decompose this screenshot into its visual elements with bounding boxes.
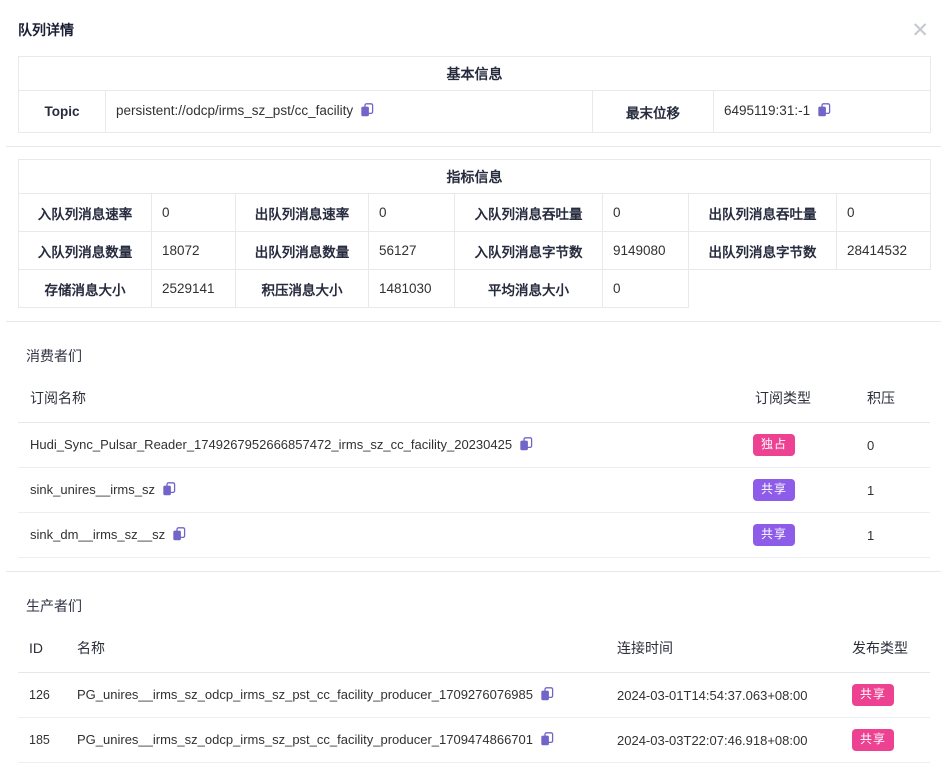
producer-name: PG_unires__irms_sz_odcp_irms_sz_pst_cc_f… xyxy=(77,732,533,747)
publish-type-cell: 共享 xyxy=(840,673,930,718)
subscription-type-cell: 共享 xyxy=(737,468,855,513)
metric-value: 2529141 xyxy=(152,270,236,308)
table-header-row: ID 名称 连接时间 发布类型 xyxy=(18,616,930,673)
copy-icon[interactable] xyxy=(172,527,186,544)
col-subscription-type: 订阅类型 xyxy=(737,366,855,423)
offset-label: 最末位移 xyxy=(593,91,714,133)
divider xyxy=(6,146,941,147)
metric-value: 0 xyxy=(603,270,689,308)
subscription-type-cell: 共享 xyxy=(737,513,855,558)
metric-label: 平均消息大小 xyxy=(455,270,603,308)
status-badge: 共享 xyxy=(852,729,894,750)
producer-name-cell: PG_unires__irms_sz_odcp_irms_sz_pst_cc_f… xyxy=(65,673,605,718)
subscription-name-cell: sink_unires__irms_sz xyxy=(18,468,737,513)
close-icon[interactable]: ✕ xyxy=(909,22,931,38)
metric-value: 28414532 xyxy=(837,232,931,270)
subscription-name: sink_unires__irms_sz xyxy=(30,482,155,497)
topic-value: persistent://odcp/irms_sz_pst/cc_facilit… xyxy=(116,103,353,118)
status-badge: 共享 xyxy=(753,524,795,545)
metric-label: 入队列消息字节数 xyxy=(455,232,603,270)
table-row: sink_dm__irms_sz__sz 共享 1 xyxy=(18,513,930,558)
table-row: sink_unires__irms_sz 共享 1 xyxy=(18,468,930,513)
consumers-table: 订阅名称 订阅类型 积压 Hudi_Sync_Pulsar_Reader_174… xyxy=(18,366,930,558)
producer-id: 185 xyxy=(18,718,65,763)
backlog-value: 0 xyxy=(855,423,930,468)
status-badge: 共享 xyxy=(852,684,894,705)
subscription-name-cell: Hudi_Sync_Pulsar_Reader_1749267952666857… xyxy=(18,423,737,468)
table-row: 存储消息大小 2529141 积压消息大小 1481030 平均消息大小 0 xyxy=(19,270,931,308)
empty-cell xyxy=(689,270,931,308)
subscription-name: sink_dm__irms_sz__sz xyxy=(30,527,165,542)
producer-name-cell: PG_unires__irms_sz_odcp_irms_sz_pst_cc_f… xyxy=(65,718,605,763)
metric-label: 出队列消息吞吐量 xyxy=(689,194,837,232)
metric-value: 0 xyxy=(603,194,689,232)
copy-icon[interactable] xyxy=(519,437,533,454)
metric-value: 56127 xyxy=(369,232,455,270)
table-row: 185 PG_unires__irms_sz_odcp_irms_sz_pst_… xyxy=(18,718,930,763)
metrics-title: 指标信息 xyxy=(19,160,931,194)
producer-id: 126 xyxy=(18,673,65,718)
metric-label: 积压消息大小 xyxy=(236,270,369,308)
consumers-section-title: 消费者们 xyxy=(26,346,947,366)
table-row: 126 PG_unires__irms_sz_odcp_irms_sz_pst_… xyxy=(18,673,930,718)
topic-value-cell: persistent://odcp/irms_sz_pst/cc_facilit… xyxy=(106,91,593,133)
table-row: 入队列消息数量 18072 出队列消息数量 56127 入队列消息字节数 914… xyxy=(19,232,931,270)
connect-time: 2024-03-01T14:54:37.063+08:00 xyxy=(605,673,840,718)
divider xyxy=(6,321,941,322)
connect-time: 2024-03-03T22:07:46.918+08:00 xyxy=(605,718,840,763)
modal-header: 队列详情 ✕ xyxy=(0,0,947,40)
basic-info-title: 基本信息 xyxy=(19,57,931,91)
metric-label: 入队列消息数量 xyxy=(19,232,152,270)
metric-value: 9149080 xyxy=(603,232,689,270)
offset-value: 6495119:31:-1 xyxy=(724,103,810,118)
copy-icon[interactable] xyxy=(360,103,374,120)
subscription-name: Hudi_Sync_Pulsar_Reader_1749267952666857… xyxy=(30,437,512,452)
col-backlog: 积压 xyxy=(855,366,930,423)
queue-detail-modal: 队列详情 ✕ 基本信息 Topic persistent://odcp/irms… xyxy=(0,0,947,779)
metric-value: 0 xyxy=(837,194,931,232)
producers-table: ID 名称 连接时间 发布类型 126 PG_unires__irms_sz_o… xyxy=(18,616,930,763)
metric-label: 出队列消息数量 xyxy=(236,232,369,270)
basic-info-table: 基本信息 Topic persistent://odcp/irms_sz_pst… xyxy=(18,56,931,133)
metric-label: 出队列消息速率 xyxy=(236,194,369,232)
copy-icon[interactable] xyxy=(817,103,831,120)
metric-label: 出队列消息字节数 xyxy=(689,232,837,270)
divider xyxy=(6,571,941,572)
page-title: 队列详情 xyxy=(18,20,74,40)
col-subscription-name: 订阅名称 xyxy=(18,366,737,423)
table-header-row: 订阅名称 订阅类型 积压 xyxy=(18,366,930,423)
backlog-value: 1 xyxy=(855,468,930,513)
subscription-type-cell: 独占 xyxy=(737,423,855,468)
metric-label: 入队列消息吞吐量 xyxy=(455,194,603,232)
topic-label: Topic xyxy=(19,91,106,133)
table-row: 入队列消息速率 0 出队列消息速率 0 入队列消息吞吐量 0 出队列消息吞吐量 … xyxy=(19,194,931,232)
col-connect-time: 连接时间 xyxy=(605,616,840,673)
table-row: Topic persistent://odcp/irms_sz_pst/cc_f… xyxy=(19,91,931,133)
metric-label: 入队列消息速率 xyxy=(19,194,152,232)
metric-value: 0 xyxy=(369,194,455,232)
offset-value-cell: 6495119:31:-1 xyxy=(714,91,931,133)
status-badge: 独占 xyxy=(753,434,795,455)
col-id: ID xyxy=(18,616,65,673)
copy-icon[interactable] xyxy=(540,732,554,749)
subscription-name-cell: sink_dm__irms_sz__sz xyxy=(18,513,737,558)
metric-value: 18072 xyxy=(152,232,236,270)
metric-value: 0 xyxy=(152,194,236,232)
producer-name: PG_unires__irms_sz_odcp_irms_sz_pst_cc_f… xyxy=(77,687,533,702)
copy-icon[interactable] xyxy=(540,687,554,704)
metric-label: 存储消息大小 xyxy=(19,270,152,308)
col-publish-type: 发布类型 xyxy=(840,616,930,673)
metrics-table: 指标信息 入队列消息速率 0 出队列消息速率 0 入队列消息吞吐量 0 出队列消… xyxy=(18,159,931,308)
status-badge: 共享 xyxy=(753,479,795,500)
producers-section-title: 生产者们 xyxy=(26,596,947,616)
table-row: Hudi_Sync_Pulsar_Reader_1749267952666857… xyxy=(18,423,930,468)
metric-value: 1481030 xyxy=(369,270,455,308)
col-producer-name: 名称 xyxy=(65,616,605,673)
copy-icon[interactable] xyxy=(162,482,176,499)
publish-type-cell: 共享 xyxy=(840,718,930,763)
backlog-value: 1 xyxy=(855,513,930,558)
